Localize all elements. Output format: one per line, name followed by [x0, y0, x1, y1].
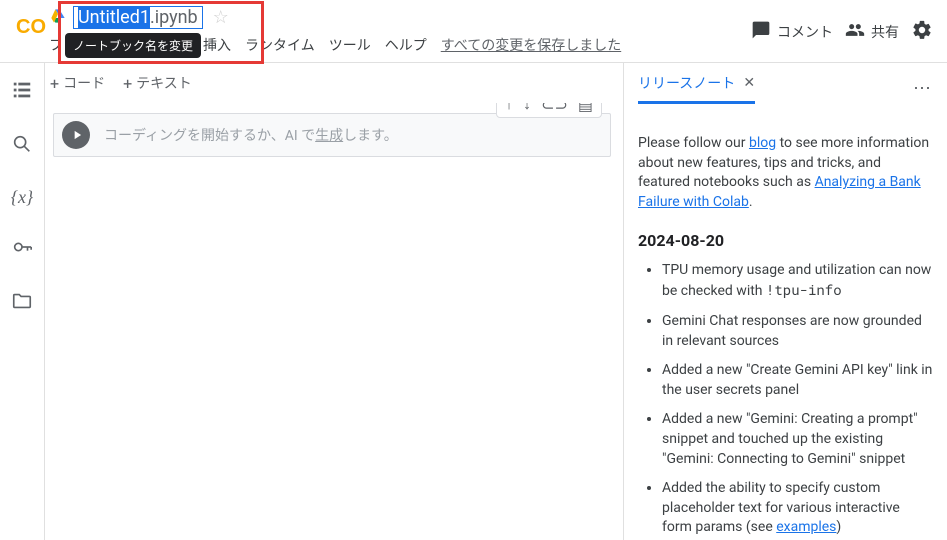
files-button[interactable] — [11, 290, 33, 316]
intro-text: . — [749, 194, 753, 210]
menu-runtime[interactable]: ランタイム — [245, 35, 315, 55]
code-cell[interactable]: ↑ ↓ ⊂⊃ ▤ コーディングを開始するか、AI で生成します。 — [53, 113, 611, 157]
release-item: Added a new "Create Gemini API key" link… — [662, 361, 933, 400]
left-rail: {x} — [0, 63, 45, 540]
intro-text: Please follow our — [638, 135, 749, 151]
side-panel: リリースノート ✕ ⋯ Please follow our blog to se… — [623, 63, 947, 540]
secrets-button[interactable] — [11, 236, 33, 262]
search-button[interactable] — [11, 133, 33, 159]
save-status[interactable]: すべての変更を保存しました — [441, 35, 621, 55]
menu-tools[interactable]: ツール — [329, 35, 371, 55]
move-up-button[interactable]: ↑ — [505, 103, 513, 114]
release-intro: Please follow our blog to see more infor… — [638, 134, 933, 212]
comment-button[interactable]: コメント — [751, 20, 833, 44]
plus-icon: + — [50, 74, 59, 93]
placeholder-generate-link[interactable]: 生成 — [315, 128, 343, 144]
placeholder-text: します。 — [343, 128, 398, 144]
doc-title-selected: Untitled1 — [78, 7, 150, 28]
release-item: TPU memory usage and utilization can now… — [662, 261, 933, 302]
drive-icon — [49, 8, 67, 28]
cell-toolbar: ↑ ↓ ⊂⊃ ▤ — [496, 103, 602, 118]
comment-cell-button[interactable]: ▤ — [578, 103, 593, 114]
release-item: Gemini Chat responses are now grounded i… — [662, 312, 933, 351]
add-text-label: テキスト — [136, 73, 192, 93]
release-item: Added a new "Gemini: Creating a prompt" … — [662, 410, 933, 469]
close-icon[interactable]: ✕ — [743, 75, 755, 91]
gear-icon — [911, 19, 933, 45]
menu-help[interactable]: ヘルプ — [385, 35, 427, 55]
run-button[interactable] — [62, 121, 90, 149]
app-logo[interactable]: CO — [0, 0, 45, 39]
add-text-button[interactable]: + テキスト — [123, 73, 192, 93]
share-button[interactable]: 共有 — [845, 20, 899, 44]
menu-bar: ノートブック名を変更 ファイル 編集 表示 挿入 ランタイム ツール ヘルプ す… — [45, 35, 751, 55]
link-button[interactable]: ⊂⊃ — [541, 103, 568, 114]
examples-link[interactable]: examples — [776, 519, 836, 535]
menu-insert[interactable]: 挿入 — [203, 35, 231, 55]
placeholder-text: コーディングを開始するか、AI で — [104, 128, 315, 144]
variables-button[interactable]: {x} — [11, 187, 33, 208]
share-icon — [845, 20, 865, 44]
panel-more-button[interactable]: ⋯ — [913, 78, 933, 99]
add-code-button[interactable]: + コード — [50, 73, 105, 93]
app-header: CO Untitled1.ipynb ☆ ノートブック名を変更 ファイル 編集 … — [0, 0, 947, 63]
tab-release-notes[interactable]: リリースノート ✕ — [638, 73, 755, 104]
colab-logo-icon: CO — [16, 16, 46, 39]
share-label: 共有 — [871, 22, 899, 42]
cell-placeholder: コーディングを開始するか、AI で生成します。 — [104, 125, 398, 145]
release-date: 2024-08-20 — [638, 230, 933, 252]
editor-column: ↑ ↓ ⊂⊃ ▤ コーディングを開始するか、AI で生成します。 — [45, 103, 623, 540]
settings-button[interactable] — [911, 19, 933, 45]
panel-body: Please follow our blog to see more infor… — [624, 104, 947, 540]
toc-button[interactable] — [11, 79, 33, 105]
release-item: Added the ability to specify custom plac… — [662, 479, 933, 538]
panel-header: リリースノート ✕ ⋯ — [624, 63, 947, 104]
blog-link[interactable]: blog — [749, 135, 776, 151]
move-down-button[interactable]: ↓ — [523, 103, 531, 114]
comment-label: コメント — [777, 22, 833, 42]
release-list: TPU memory usage and utilization can now… — [638, 261, 933, 540]
doc-title-input[interactable]: Untitled1.ipynb — [73, 6, 203, 29]
tab-label: リリースノート — [638, 73, 735, 93]
plus-icon: + — [123, 74, 132, 93]
doc-title-ext: .ipynb — [150, 7, 198, 28]
star-icon[interactable]: ☆ — [213, 7, 229, 28]
add-code-label: コード — [63, 73, 105, 93]
comment-icon — [751, 20, 771, 44]
rename-tooltip: ノートブック名を変更 — [65, 33, 201, 58]
